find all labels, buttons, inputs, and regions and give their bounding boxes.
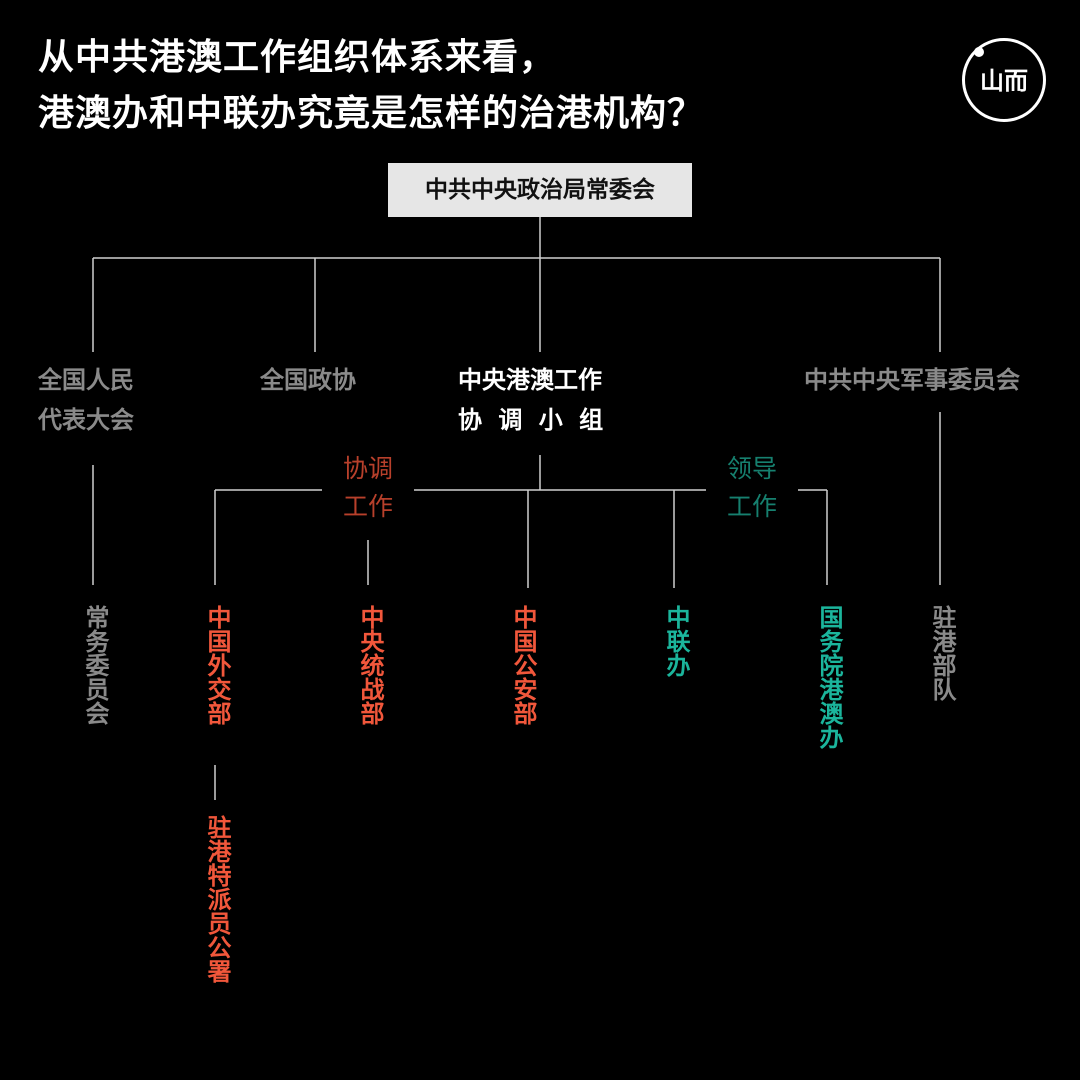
coordination-label: 协调 工作	[322, 450, 414, 526]
coordination-line-2: 工作	[342, 492, 393, 521]
liaison-office-node: 中联办	[662, 605, 690, 677]
group-line-1: 中央港澳工作	[458, 366, 602, 394]
mfa-node: 中国外交部	[203, 605, 231, 725]
pla-garrison-node: 驻港部队	[928, 605, 956, 701]
politburo-standing-committee-box: 中共中央政治局常委会	[388, 163, 692, 217]
cppcc-node: 全国政协	[260, 366, 356, 394]
cmc-node: 中共中央军事委员会	[804, 366, 1020, 394]
ufwd-node: 中央统战部	[356, 605, 384, 725]
hkmao-node: 国务院港澳办	[815, 605, 843, 749]
leadership-line-1: 领导	[726, 454, 777, 483]
commissioner-office-node: 驻港特派员公署	[203, 815, 231, 983]
npc-line-1: 全国人民	[38, 366, 134, 394]
connector-lines	[92, 217, 941, 800]
leadership-label: 领导 工作	[706, 450, 798, 526]
leadership-line-2: 工作	[726, 492, 777, 521]
npc-standing-committee-node: 常务委员会	[81, 605, 109, 725]
mps-node: 中国公安部	[509, 605, 537, 725]
group-line-2: 协 调 小 组	[458, 406, 608, 434]
npc-line-2: 代表大会	[38, 406, 134, 434]
npc-node: 全国人民 代表大会	[38, 360, 134, 440]
coordination-line-1: 协调	[342, 454, 393, 483]
central-hk-macao-group-node: 中央港澳工作 协 调 小 组	[458, 360, 607, 440]
